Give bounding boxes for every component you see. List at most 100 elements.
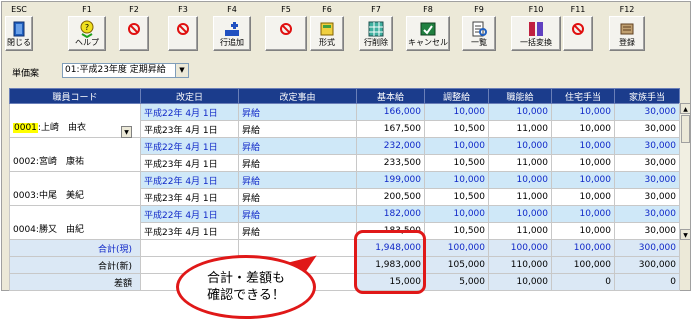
toolbar-button-f4[interactable]: F4 行追加	[213, 5, 251, 51]
revision-date-cell[interactable]: 平成23年 4月 1日	[140, 154, 239, 172]
skill-pay-cell[interactable]: 11,000	[488, 154, 552, 172]
revision-date-cell[interactable]: 平成23年 4月 1日	[140, 222, 239, 240]
skill-pay-cell[interactable]: 10,000	[488, 171, 552, 189]
toolbar-button-f2[interactable]: F2	[119, 5, 149, 51]
toolbar-button-face[interactable]: ? ヘルプ	[68, 16, 106, 51]
family-allowance-cell[interactable]: 30,000	[614, 120, 680, 138]
toolbar-button-f6[interactable]: F6 形式	[310, 5, 344, 51]
toolbar-button-face[interactable]	[265, 16, 307, 51]
base-salary-cell[interactable]: 166,000	[356, 103, 425, 121]
family-allowance-cell[interactable]: 30,000	[614, 171, 680, 189]
revision-reason-cell[interactable]: 昇給	[238, 188, 357, 206]
revision-reason-cell[interactable]: 昇給	[238, 205, 357, 223]
revision-date-cell[interactable]: 平成22年 4月 1日	[140, 205, 239, 223]
family-allowance-cell[interactable]: 30,000	[614, 188, 680, 206]
adjustment-pay-cell[interactable]: 10,000	[424, 137, 489, 155]
scroll-up-icon[interactable]: ▲	[680, 103, 691, 114]
family-allowance-cell[interactable]: 30,000	[614, 103, 680, 121]
column-header[interactable]: 基本給	[356, 88, 425, 104]
revision-date-cell[interactable]: 平成22年 4月 1日	[140, 137, 239, 155]
housing-allowance-cell[interactable]: 10,000	[551, 103, 615, 121]
toolbar-button-f5[interactable]: F5	[265, 5, 307, 51]
toolbar-button-f9[interactable]: F9 一覧	[462, 5, 496, 51]
toolbar-button-face[interactable]: 一覧	[462, 16, 496, 51]
employee-dropdown-chevron-icon[interactable]: ▼	[121, 126, 132, 138]
base-salary-cell[interactable]: 182,000	[356, 205, 425, 223]
column-header[interactable]: 職員コード	[9, 88, 141, 104]
skill-pay-cell[interactable]: 10,000	[488, 137, 552, 155]
skill-pay-cell[interactable]: 11,000	[488, 188, 552, 206]
toolbar-button-f3[interactable]: F3	[168, 5, 198, 51]
column-header[interactable]: 住宅手当	[551, 88, 615, 104]
toolbar-button-face[interactable]	[168, 16, 198, 51]
adjustment-pay-cell[interactable]: 10,500	[424, 120, 489, 138]
adjustment-pay-cell[interactable]: 10,500	[424, 154, 489, 172]
employee-cell[interactable]: 0002:宮崎 康祐	[9, 137, 141, 172]
toolbar-button-face[interactable]: 行削除	[359, 16, 393, 51]
family-allowance-cell[interactable]: 30,000	[614, 205, 680, 223]
housing-allowance-cell[interactable]: 10,000	[551, 137, 615, 155]
revision-date-cell[interactable]: 平成23年 4月 1日	[140, 120, 239, 138]
column-header[interactable]: 改定事由	[238, 88, 357, 104]
skill-pay-cell[interactable]: 11,000	[488, 222, 552, 240]
column-header[interactable]: 調整給	[424, 88, 489, 104]
toolbar-button-f12[interactable]: F12 登録	[609, 5, 645, 51]
toolbar-button-face[interactable]: 登録	[609, 16, 645, 51]
toolbar-button-face[interactable]: 一括変換	[511, 16, 561, 51]
revision-reason-cell[interactable]: 昇給	[238, 222, 357, 240]
toolbar-button-esc[interactable]: ESC 閉じる	[5, 5, 33, 51]
revision-date-cell[interactable]: 平成23年 4月 1日	[140, 188, 239, 206]
revision-reason-cell[interactable]: 昇給	[238, 137, 357, 155]
base-salary-cell[interactable]: 200,500	[356, 188, 425, 206]
revision-reason-cell[interactable]: 昇給	[238, 154, 357, 172]
toolbar-button-face[interactable]: キャンセル	[406, 16, 450, 51]
base-salary-cell[interactable]: 167,500	[356, 120, 425, 138]
toolbar-button-face[interactable]	[119, 16, 149, 51]
column-header[interactable]: 改定日	[140, 88, 239, 104]
table-row[interactable]: 0003:中尾 美紀 平成22年 4月 1日 昇給 199,000 10,000 10,0…	[9, 171, 680, 206]
adjustment-pay-cell[interactable]: 10,500	[424, 222, 489, 240]
column-header[interactable]: 家族手当	[614, 88, 680, 104]
revision-date-cell[interactable]: 平成22年 4月 1日	[140, 171, 239, 189]
table-row[interactable]: 0004:勝又 由紀 平成22年 4月 1日 昇給 182,000 10,000 10,0…	[9, 205, 680, 240]
toolbar-button-f8[interactable]: F8 キャンセル	[406, 5, 450, 51]
housing-allowance-cell[interactable]: 10,000	[551, 120, 615, 138]
skill-pay-cell[interactable]: 10,000	[488, 103, 552, 121]
adjustment-pay-cell[interactable]: 10,000	[424, 103, 489, 121]
scroll-down-icon[interactable]: ▼	[680, 229, 691, 240]
adjustment-pay-cell[interactable]: 10,000	[424, 171, 489, 189]
housing-allowance-cell[interactable]: 10,000	[551, 171, 615, 189]
table-row[interactable]: 0002:宮崎 康祐 平成22年 4月 1日 昇給 232,000 10,000 10,0…	[9, 137, 680, 172]
rate-plan-select[interactable]: 01:平成23年度 定期昇給 ▼	[62, 63, 189, 78]
revision-date-cell[interactable]: 平成22年 4月 1日	[140, 103, 239, 121]
housing-allowance-cell[interactable]: 10,000	[551, 188, 615, 206]
toolbar-button-face[interactable]: 行追加	[213, 16, 251, 51]
base-salary-cell[interactable]: 233,500	[356, 154, 425, 172]
base-salary-cell[interactable]: 232,000	[356, 137, 425, 155]
adjustment-pay-cell[interactable]: 10,000	[424, 205, 489, 223]
scroll-thumb[interactable]	[681, 115, 690, 143]
family-allowance-cell[interactable]: 30,000	[614, 154, 680, 172]
toolbar-button-f10[interactable]: F10 一括変換	[511, 5, 561, 51]
housing-allowance-cell[interactable]: 10,000	[551, 154, 615, 172]
toolbar-button-f1[interactable]: F1? ヘルプ	[68, 5, 106, 51]
toolbar-button-f11[interactable]: F11	[563, 5, 593, 51]
skill-pay-cell[interactable]: 11,000	[488, 120, 552, 138]
employee-cell[interactable]: 0003:中尾 美紀	[9, 171, 141, 206]
employee-cell[interactable]: 0004:勝又 由紀	[9, 205, 141, 240]
revision-reason-cell[interactable]: 昇給	[238, 120, 357, 138]
revision-reason-cell[interactable]: 昇給	[238, 103, 357, 121]
housing-allowance-cell[interactable]: 10,000	[551, 205, 615, 223]
toolbar-button-face[interactable]	[563, 16, 593, 51]
family-allowance-cell[interactable]: 30,000	[614, 137, 680, 155]
revision-reason-cell[interactable]: 昇給	[238, 171, 357, 189]
vertical-scrollbar[interactable]: ▲ ▼	[679, 103, 691, 240]
housing-allowance-cell[interactable]: 10,000	[551, 222, 615, 240]
toolbar-button-f7[interactable]: F7 行削除	[359, 5, 393, 51]
toolbar-button-face[interactable]: 形式	[310, 16, 344, 51]
column-header[interactable]: 職能給	[488, 88, 552, 104]
toolbar-button-face[interactable]: 閉じる	[5, 16, 33, 51]
adjustment-pay-cell[interactable]: 10,500	[424, 188, 489, 206]
chevron-down-icon[interactable]: ▼	[175, 64, 188, 77]
family-allowance-cell[interactable]: 30,000	[614, 222, 680, 240]
